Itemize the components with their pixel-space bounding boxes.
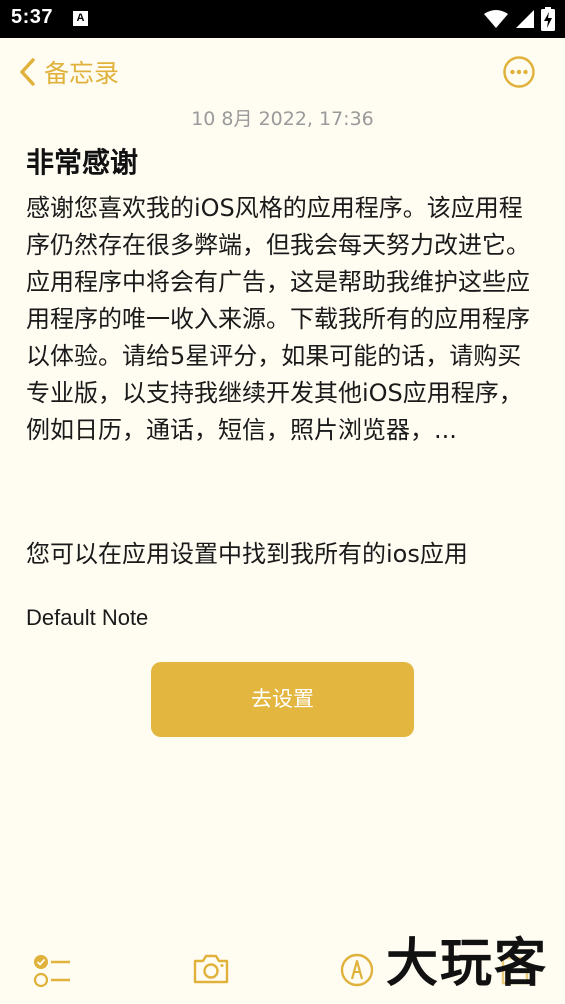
note-date: 10 8月 2022, 17:36 (191, 108, 374, 130)
note-body[interactable]: 感谢您喜欢我的iOS风格的应用程序。该应用程序仍然存在很多弊端，但我会每天努力改… (26, 190, 541, 449)
go-to-settings-button[interactable]: 去设置 (151, 662, 414, 737)
note-body-apps[interactable]: 您可以在应用设置中找到我所有的ios应用 (26, 536, 546, 573)
wifi-icon (484, 10, 508, 28)
status-right-icons (483, 7, 555, 31)
camera-icon[interactable] (192, 953, 230, 985)
status-time: 5:37 (11, 6, 54, 28)
back-label: 备忘录 (44, 59, 120, 88)
back-button[interactable]: 备忘录 (18, 56, 119, 88)
markup-pen-icon[interactable] (340, 953, 374, 987)
chevron-left-icon (20, 58, 35, 86)
checklist-icon[interactable] (32, 953, 72, 989)
status-bar: 5:37 A (0, 0, 565, 38)
notification-a-icon: A (73, 11, 88, 26)
signal-icon (516, 10, 534, 28)
nav-bar: 备忘录 (0, 38, 565, 106)
battery-charging-icon (541, 7, 555, 31)
note-title[interactable]: 非常感谢 (26, 141, 138, 181)
note-footer: Default Note (26, 605, 149, 630)
watermark-logo: 大玩客 (386, 934, 549, 994)
more-options-icon[interactable] (502, 55, 536, 89)
